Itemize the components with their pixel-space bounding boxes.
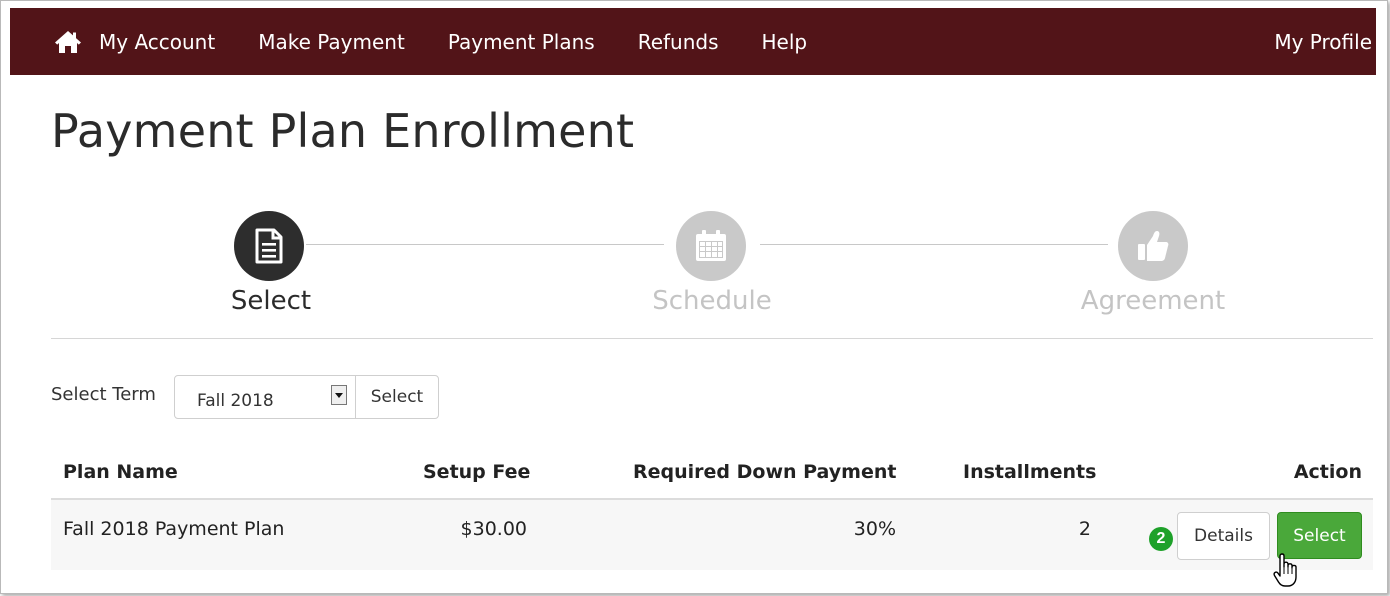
cell-plan-name: Fall 2018 Payment Plan: [63, 518, 285, 540]
cell-installments: 2: [1078, 518, 1091, 540]
col-header-action: Action: [1293, 461, 1362, 483]
thumbs-up-icon: [1138, 231, 1169, 261]
calendar-icon: [696, 230, 726, 261]
select-plan-button[interactable]: Select: [1277, 512, 1362, 559]
cell-setup-fee: $30.00: [460, 518, 527, 540]
document-icon: [255, 228, 283, 264]
term-dropdown[interactable]: Fall 2018: [174, 375, 356, 419]
cell-down-payment: 30%: [853, 518, 896, 540]
term-label: Select Term: [51, 384, 156, 405]
dropdown-arrow-icon[interactable]: [331, 385, 347, 405]
col-header-down-payment: Required Down Payment: [633, 461, 897, 483]
col-header-setup-fee: Setup Fee: [423, 461, 531, 483]
hand-cursor-icon: [1273, 553, 1297, 587]
step-agreement: [1118, 211, 1188, 281]
step-select: [234, 211, 304, 281]
step-connector-2: [760, 244, 1108, 245]
details-button[interactable]: Details: [1177, 512, 1270, 560]
step-label-select: Select: [230, 286, 312, 316]
enrollment-stepper: Select Schedule Agreement: [0, 0, 1390, 340]
step-badge: 2: [1149, 527, 1173, 551]
step-connector-1: [306, 244, 664, 245]
step-schedule: [676, 211, 746, 281]
term-select-button[interactable]: Select: [355, 375, 439, 419]
section-divider: [51, 338, 1373, 339]
step-label-agreement: Agreement: [1080, 286, 1226, 316]
col-header-installments: Installments: [963, 461, 1097, 483]
term-selected-value: Fall 2018: [197, 391, 274, 411]
col-header-plan-name: Plan Name: [63, 461, 178, 483]
step-label-schedule: Schedule: [652, 286, 772, 316]
